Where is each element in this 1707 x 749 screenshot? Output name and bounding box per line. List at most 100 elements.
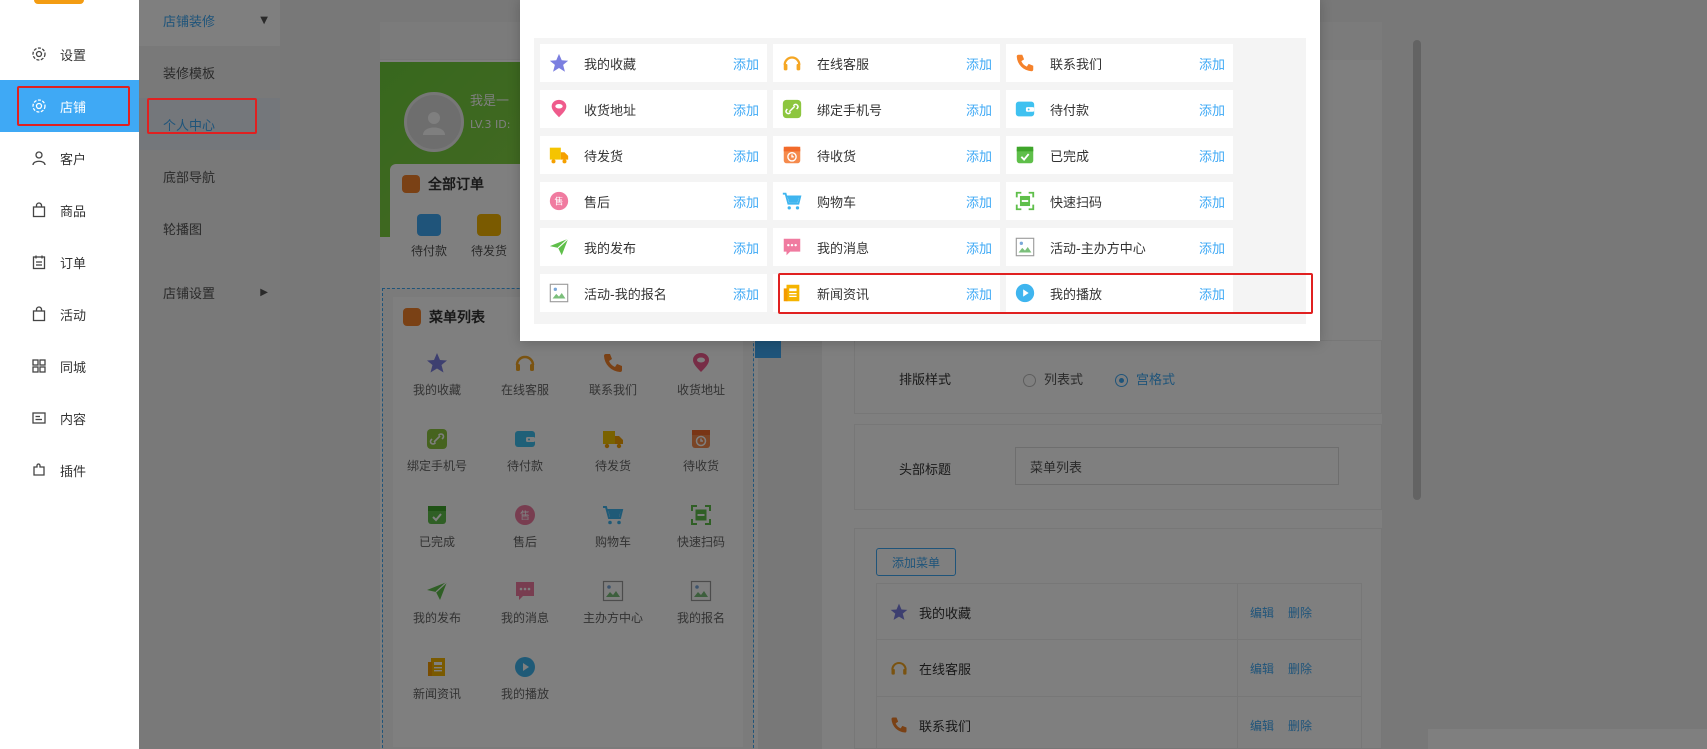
puzzle-icon <box>30 461 48 479</box>
nav-item-label: 插件 <box>60 464 87 480</box>
nav-item-label: 同城 <box>60 360 87 376</box>
location-pin-icon <box>548 98 570 120</box>
menu-option-cell: 活动-我的报名 添加 <box>540 274 767 312</box>
add-option-button[interactable]: 添加 <box>966 100 992 119</box>
paper-plane-icon <box>548 236 570 258</box>
newspaper-icon <box>781 282 803 304</box>
menu-option-cell: 我的播放 添加 <box>1006 274 1233 312</box>
nav-item-label: 客户 <box>60 152 87 168</box>
menu-option-label: 在线客服 <box>817 57 870 73</box>
menu-option-cell: 绑定手机号 添加 <box>773 90 1000 128</box>
scan-icon <box>1014 190 1036 212</box>
bag-icon <box>30 305 48 323</box>
add-option-button[interactable]: 添加 <box>1199 238 1225 257</box>
phone-icon <box>1014 52 1036 74</box>
add-option-button[interactable]: 添加 <box>966 238 992 257</box>
nav-item-activities[interactable]: 活动 <box>0 288 139 340</box>
grid-icon <box>30 357 48 375</box>
nav-item-local[interactable]: 同城 <box>0 340 139 392</box>
nav-item-label: 活动 <box>60 308 87 324</box>
cart-icon <box>781 190 803 212</box>
nav-item-products[interactable]: 商品 <box>0 184 139 236</box>
menu-option-cell: 快速扫码 添加 <box>1006 182 1233 220</box>
main-sidebar: 设置 店铺 客户 商品 订单 活动 同城 内容 插件 <box>0 0 139 749</box>
add-menu-modal: 我的收藏 添加 在线客服 添加 联系我们 添加 收货地址 添加 绑定手机号 添加 待付款 添加 待发货添… <box>520 0 1320 341</box>
add-option-button[interactable]: 添加 <box>966 54 992 73</box>
add-option-button[interactable]: 添加 <box>733 54 759 73</box>
menu-option-cell: 活动-主办方中心 添加 <box>1006 228 1233 266</box>
menu-option-label: 活动-我的报名 <box>584 287 667 303</box>
clock-box-icon <box>781 144 803 166</box>
play-icon <box>1014 282 1036 304</box>
add-option-button[interactable]: 添加 <box>1199 54 1225 73</box>
nav-item-label: 店铺 <box>60 100 87 116</box>
nav-item-settings[interactable]: 设置 <box>0 28 139 80</box>
bag-icon <box>30 201 48 219</box>
add-option-button[interactable]: 添加 <box>1199 284 1225 303</box>
star-icon <box>548 52 570 74</box>
gear-icon <box>30 97 48 115</box>
menu-option-label: 售后 <box>584 195 611 211</box>
broken-image-icon <box>548 282 570 304</box>
wallet-icon <box>1014 98 1036 120</box>
add-option-button[interactable]: 添加 <box>966 192 992 211</box>
calendar-icon <box>30 253 48 271</box>
menu-option-label: 我的播放 <box>1050 287 1103 303</box>
nav-item-content[interactable]: 内容 <box>0 392 139 444</box>
svg-text:售: 售 <box>554 196 563 208</box>
menu-option-label: 我的发布 <box>584 241 637 257</box>
add-option-button[interactable]: 添加 <box>733 284 759 303</box>
menu-option-label: 联系我们 <box>1050 57 1103 73</box>
message-icon <box>781 236 803 258</box>
truck-icon <box>548 144 570 166</box>
add-option-button[interactable]: 添加 <box>733 100 759 119</box>
add-option-button[interactable]: 添加 <box>1199 146 1225 165</box>
menu-option-label: 绑定手机号 <box>817 103 883 119</box>
gear-icon <box>30 45 48 63</box>
nav-item-orders[interactable]: 订单 <box>0 236 139 288</box>
menu-option-label: 我的消息 <box>817 241 870 257</box>
menu-option-cell: 收货地址 添加 <box>540 90 767 128</box>
after-sale-icon: 售 <box>548 190 570 212</box>
nav-item-label: 订单 <box>60 256 87 272</box>
menu-option-label: 待发货 <box>584 149 624 165</box>
nav-item-store[interactable]: 店铺 <box>0 80 139 132</box>
add-option-button[interactable]: 添加 <box>966 284 992 303</box>
nav-item-label: 商品 <box>60 204 87 220</box>
document-icon <box>30 409 48 427</box>
menu-option-cell: 购物车 添加 <box>773 182 1000 220</box>
add-option-button[interactable]: 添加 <box>1199 100 1225 119</box>
menu-option-cell: 我的发布 添加 <box>540 228 767 266</box>
menu-option-label: 待收货 <box>817 149 857 165</box>
menu-option-cell: 我的消息 添加 <box>773 228 1000 266</box>
menu-option-cell: 在线客服 添加 <box>773 44 1000 82</box>
menu-option-label: 待付款 <box>1050 103 1090 119</box>
nav-item-customers[interactable]: 客户 <box>0 132 139 184</box>
broken-image-icon <box>1014 236 1036 258</box>
add-option-button[interactable]: 添加 <box>733 192 759 211</box>
menu-option-label: 活动-主办方中心 <box>1050 241 1146 257</box>
menu-option-label: 新闻资讯 <box>817 287 870 303</box>
nav-item-label: 内容 <box>60 412 87 428</box>
add-option-button[interactable]: 添加 <box>733 146 759 165</box>
menu-option-cell: 已完成 添加 <box>1006 136 1233 174</box>
menu-option-cell: 待发货 添加 <box>540 136 767 174</box>
add-option-button[interactable]: 添加 <box>1199 192 1225 211</box>
menu-option-cell: 待付款 添加 <box>1006 90 1233 128</box>
headset-icon <box>781 52 803 74</box>
menu-option-grid: 我的收藏 添加 在线客服 添加 联系我们 添加 收货地址 添加 绑定手机号 添加 待付款 添加 待发货添… <box>534 38 1306 324</box>
menu-option-cell: 联系我们 添加 <box>1006 44 1233 82</box>
menu-option-label: 我的收藏 <box>584 57 637 73</box>
menu-option-cell: 售 售后 添加 <box>540 182 767 220</box>
menu-option-label: 收货地址 <box>584 103 637 119</box>
add-option-button[interactable]: 添加 <box>733 238 759 257</box>
logo <box>34 0 84 4</box>
check-box-icon <box>1014 144 1036 166</box>
menu-option-cell: 新闻资讯 添加 <box>773 274 1000 312</box>
nav-item-plugins[interactable]: 插件 <box>0 444 139 496</box>
menu-option-cell: 待收货 添加 <box>773 136 1000 174</box>
add-option-button[interactable]: 添加 <box>966 146 992 165</box>
nav-item-label: 设置 <box>60 48 87 64</box>
menu-option-label: 已完成 <box>1050 149 1090 165</box>
menu-option-label: 快速扫码 <box>1050 195 1103 211</box>
